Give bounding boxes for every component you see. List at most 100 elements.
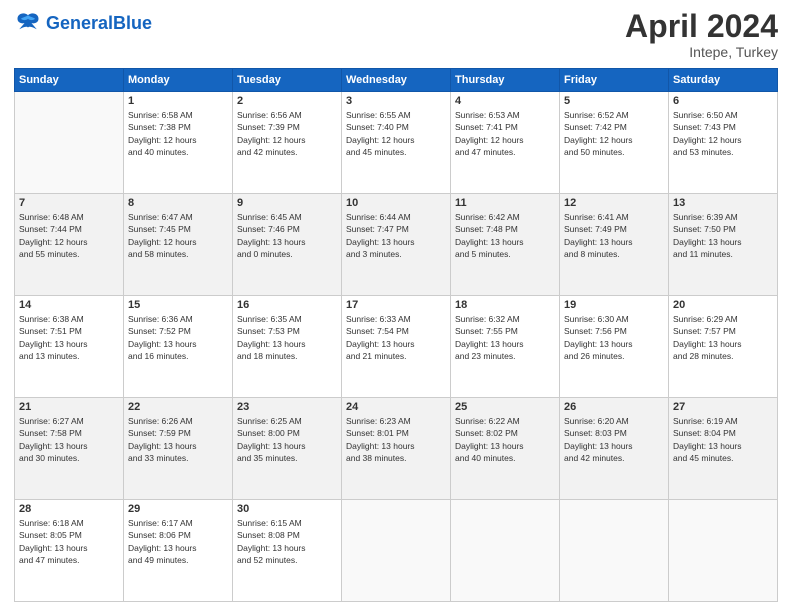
day-number: 28 — [19, 503, 119, 515]
day-number: 20 — [673, 299, 773, 311]
col-thursday: Thursday — [451, 69, 560, 92]
table-row: 19Sunrise: 6:30 AM Sunset: 7:56 PM Dayli… — [560, 296, 669, 398]
cell-info: Sunrise: 6:18 AM Sunset: 8:05 PM Dayligh… — [19, 517, 119, 566]
day-number: 1 — [128, 95, 228, 107]
cell-info: Sunrise: 6:19 AM Sunset: 8:04 PM Dayligh… — [673, 415, 773, 464]
col-tuesday: Tuesday — [233, 69, 342, 92]
calendar-week-row: 14 Sunrise: 6:38 AM Sunset: 7:51 PM Dayli… — [15, 296, 778, 398]
day-number: 29 — [128, 503, 228, 515]
table-row: 28 Sunrise: 6:18 AM Sunset: 8:05 PM Dayli… — [15, 500, 124, 602]
table-row: 21 Sunrise: 6:27 AM Sunset: 7:58 PM Dayli… — [15, 398, 124, 500]
cell-info: Sunrise: 6:39 AM Sunset: 7:50 PM Dayligh… — [673, 211, 773, 260]
table-row: 5 Sunrise: 6:52 AM Sunset: 7:42 PM Daylig… — [560, 92, 669, 194]
table-row: 12 Sunrise: 6:41 AM Sunset: 7:49 PM Dayli… — [560, 194, 669, 296]
cell-info: Sunrise: 6:45 AM Sunset: 7:46 PM Dayligh… — [237, 211, 337, 260]
day-number: 12 — [564, 197, 664, 209]
cell-info: Sunrise: 6:35 AM Sunset: 7:53 PM Dayligh… — [237, 313, 337, 362]
page: GeneralBlue April 2024 Intepe, Turkey Su… — [0, 0, 792, 612]
table-row: 27 Sunrise: 6:19 AM Sunset: 8:04 PM Dayli… — [669, 398, 778, 500]
table-row — [451, 500, 560, 602]
calendar-table: Sunday Monday Tuesday Wednesday Thursday… — [14, 68, 778, 602]
cell-info: Sunrise: 6:23 AM Sunset: 8:01 PM Dayligh… — [346, 415, 446, 464]
cell-info: Sunrise: 6:25 AM Sunset: 8:00 PM Dayligh… — [237, 415, 337, 464]
location-subtitle: Intepe, Turkey — [625, 44, 778, 60]
day-number: 5 — [564, 95, 664, 107]
day-number: 14 — [19, 299, 119, 311]
table-row: 6Sunrise: 6:50 AM Sunset: 7:43 PM Daylig… — [669, 92, 778, 194]
cell-info: Sunrise: 6:50 AM Sunset: 7:43 PM Dayligh… — [673, 109, 773, 158]
table-row: 29 Sunrise: 6:17 AM Sunset: 8:06 PM Dayli… — [124, 500, 233, 602]
month-title: April 2024 — [625, 10, 778, 42]
table-row: 18Sunrise: 6:32 AM Sunset: 7:55 PM Dayli… — [451, 296, 560, 398]
table-row: 3 Sunrise: 6:55 AM Sunset: 7:40 PM Daylig… — [342, 92, 451, 194]
table-row — [15, 92, 124, 194]
day-number: 21 — [19, 401, 119, 413]
table-row: 26Sunrise: 6:20 AM Sunset: 8:03 PM Dayli… — [560, 398, 669, 500]
cell-info: Sunrise: 6:36 AM Sunset: 7:52 PM Dayligh… — [128, 313, 228, 362]
cell-info: Sunrise: 6:58 AM Sunset: 7:38 PM Dayligh… — [128, 109, 228, 158]
calendar-week-row: 28 Sunrise: 6:18 AM Sunset: 8:05 PM Dayli… — [15, 500, 778, 602]
table-row: 17 Sunrise: 6:33 AM Sunset: 7:54 PM Dayli… — [342, 296, 451, 398]
table-row: 25 Sunrise: 6:22 AM Sunset: 8:02 PM Dayli… — [451, 398, 560, 500]
cell-info: Sunrise: 6:48 AM Sunset: 7:44 PM Dayligh… — [19, 211, 119, 260]
table-row — [669, 500, 778, 602]
calendar-week-row: 21 Sunrise: 6:27 AM Sunset: 7:58 PM Dayli… — [15, 398, 778, 500]
calendar-week-row: 1 Sunrise: 6:58 AM Sunset: 7:38 PM Daylig… — [15, 92, 778, 194]
cell-info: Sunrise: 6:53 AM Sunset: 7:41 PM Dayligh… — [455, 109, 555, 158]
cell-info: Sunrise: 6:22 AM Sunset: 8:02 PM Dayligh… — [455, 415, 555, 464]
table-row — [560, 500, 669, 602]
day-number: 30 — [237, 503, 337, 515]
day-number: 24 — [346, 401, 446, 413]
day-number: 23 — [237, 401, 337, 413]
calendar-week-row: 7Sunrise: 6:48 AM Sunset: 7:44 PM Daylig… — [15, 194, 778, 296]
day-number: 10 — [346, 197, 446, 209]
col-sunday: Sunday — [15, 69, 124, 92]
cell-info: Sunrise: 6:27 AM Sunset: 7:58 PM Dayligh… — [19, 415, 119, 464]
table-row: 11 Sunrise: 6:42 AM Sunset: 7:48 PM Dayli… — [451, 194, 560, 296]
table-row: 8Sunrise: 6:47 AM Sunset: 7:45 PM Daylig… — [124, 194, 233, 296]
day-number: 27 — [673, 401, 773, 413]
cell-info: Sunrise: 6:29 AM Sunset: 7:57 PM Dayligh… — [673, 313, 773, 362]
table-row: 4 Sunrise: 6:53 AM Sunset: 7:41 PM Daylig… — [451, 92, 560, 194]
day-number: 4 — [455, 95, 555, 107]
cell-info: Sunrise: 6:20 AM Sunset: 8:03 PM Dayligh… — [564, 415, 664, 464]
cell-info: Sunrise: 6:15 AM Sunset: 8:08 PM Dayligh… — [237, 517, 337, 566]
col-friday: Friday — [560, 69, 669, 92]
day-number: 25 — [455, 401, 555, 413]
cell-info: Sunrise: 6:42 AM Sunset: 7:48 PM Dayligh… — [455, 211, 555, 260]
cell-info: Sunrise: 6:56 AM Sunset: 7:39 PM Dayligh… — [237, 109, 337, 158]
logo-blue: Blue — [113, 13, 152, 33]
day-number: 2 — [237, 95, 337, 107]
cell-info: Sunrise: 6:52 AM Sunset: 7:42 PM Dayligh… — [564, 109, 664, 158]
table-row: 23 Sunrise: 6:25 AM Sunset: 8:00 PM Dayli… — [233, 398, 342, 500]
table-row: 30 Sunrise: 6:15 AM Sunset: 8:08 PM Dayli… — [233, 500, 342, 602]
title-block: April 2024 Intepe, Turkey — [625, 10, 778, 60]
table-row: 22Sunrise: 6:26 AM Sunset: 7:59 PM Dayli… — [124, 398, 233, 500]
table-row: 1 Sunrise: 6:58 AM Sunset: 7:38 PM Daylig… — [124, 92, 233, 194]
cell-info: Sunrise: 6:44 AM Sunset: 7:47 PM Dayligh… — [346, 211, 446, 260]
cell-info: Sunrise: 6:55 AM Sunset: 7:40 PM Dayligh… — [346, 109, 446, 158]
day-number: 3 — [346, 95, 446, 107]
table-row: 24 Sunrise: 6:23 AM Sunset: 8:01 PM Dayli… — [342, 398, 451, 500]
day-number: 11 — [455, 197, 555, 209]
cell-info: Sunrise: 6:17 AM Sunset: 8:06 PM Dayligh… — [128, 517, 228, 566]
cell-info: Sunrise: 6:38 AM Sunset: 7:51 PM Dayligh… — [19, 313, 119, 362]
table-row: 20 Sunrise: 6:29 AM Sunset: 7:57 PM Dayli… — [669, 296, 778, 398]
table-row: 15 Sunrise: 6:36 AM Sunset: 7:52 PM Dayli… — [124, 296, 233, 398]
col-saturday: Saturday — [669, 69, 778, 92]
cell-info: Sunrise: 6:41 AM Sunset: 7:49 PM Dayligh… — [564, 211, 664, 260]
table-row: 2 Sunrise: 6:56 AM Sunset: 7:39 PM Daylig… — [233, 92, 342, 194]
header: GeneralBlue April 2024 Intepe, Turkey — [14, 10, 778, 60]
logo-text: GeneralBlue — [46, 14, 152, 34]
day-number: 13 — [673, 197, 773, 209]
cell-info: Sunrise: 6:26 AM Sunset: 7:59 PM Dayligh… — [128, 415, 228, 464]
table-row: 10 Sunrise: 6:44 AM Sunset: 7:47 PM Dayli… — [342, 194, 451, 296]
cell-info: Sunrise: 6:33 AM Sunset: 7:54 PM Dayligh… — [346, 313, 446, 362]
table-row: 13 Sunrise: 6:39 AM Sunset: 7:50 PM Dayli… — [669, 194, 778, 296]
col-monday: Monday — [124, 69, 233, 92]
cell-info: Sunrise: 6:32 AM Sunset: 7:55 PM Dayligh… — [455, 313, 555, 362]
day-number: 17 — [346, 299, 446, 311]
day-number: 15 — [128, 299, 228, 311]
table-row: 14 Sunrise: 6:38 AM Sunset: 7:51 PM Dayli… — [15, 296, 124, 398]
day-number: 19 — [564, 299, 664, 311]
